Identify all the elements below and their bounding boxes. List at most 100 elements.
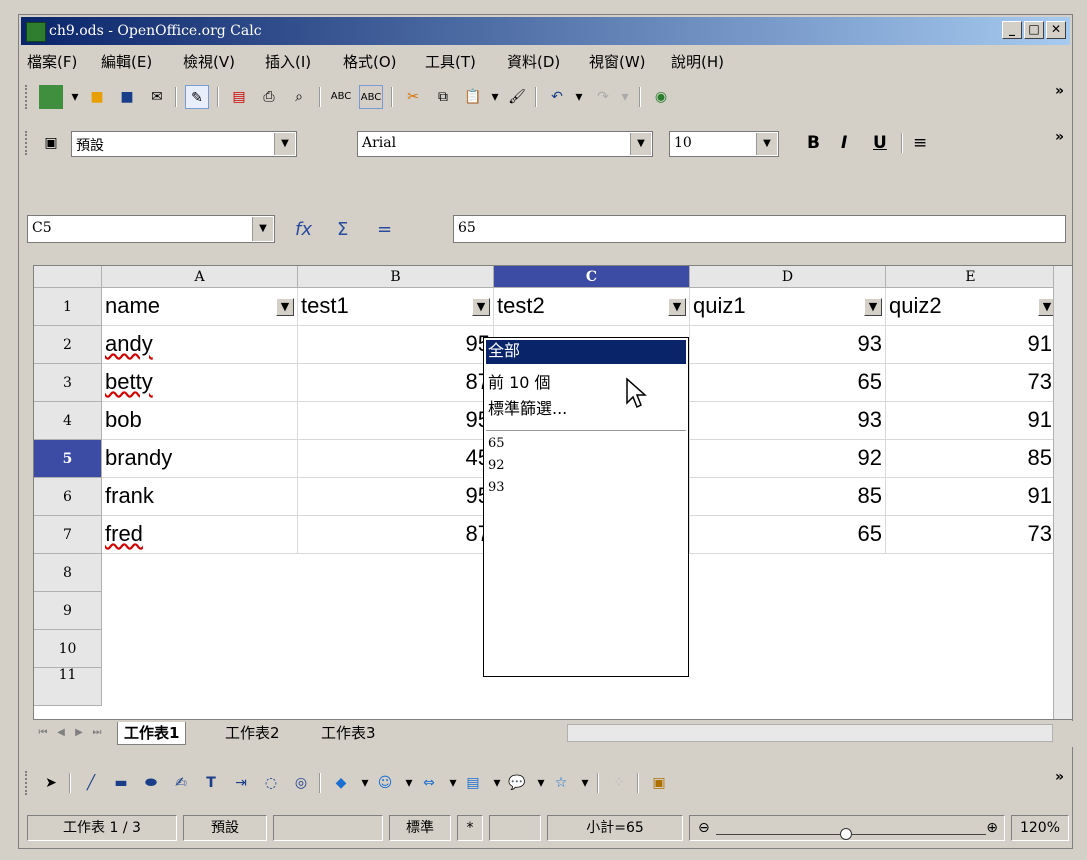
row-header[interactable]: 11 [34, 668, 102, 706]
quiz2-cell[interactable]: 91 [886, 326, 1056, 364]
sheet-tab-3[interactable]: 工作表3 [315, 722, 382, 744]
copy-icon[interactable]: ⧉ [431, 85, 455, 109]
quiz2-cell[interactable]: 73 [886, 364, 1056, 402]
row-header[interactable]: 10 [34, 630, 102, 668]
status-page-style[interactable]: 預設 [183, 815, 267, 841]
menu-insert[interactable]: 插入(I) [265, 51, 311, 72]
row-header[interactable]: 1 [34, 288, 102, 326]
edit-file-icon[interactable]: ✎ [185, 85, 209, 109]
autofilter-button[interactable]: ▼ [668, 298, 686, 316]
new-document-icon[interactable] [39, 85, 63, 109]
test1-cell[interactable]: 45 [298, 440, 494, 478]
header-cell[interactable]: test2 [494, 288, 690, 326]
style-combo[interactable]: 預設 ▼ [71, 131, 297, 157]
equals-icon[interactable]: = [377, 219, 392, 240]
status-zoom[interactable]: 120% [1011, 815, 1069, 841]
select-arrow-icon[interactable]: ➤ [39, 771, 63, 795]
quiz1-cell[interactable]: 93 [690, 326, 886, 364]
chevron-down-icon[interactable]: ▾ [613, 85, 637, 109]
points-icon[interactable]: ⁘ [607, 771, 631, 795]
maximize-button[interactable]: □ [1024, 21, 1044, 39]
font-combo[interactable]: Arial ▼ [357, 131, 653, 157]
autofilter-button[interactable]: ▼ [864, 298, 882, 316]
row-header[interactable]: 7 [34, 516, 102, 554]
row-header[interactable]: 8 [34, 554, 102, 592]
menu-file[interactable]: 檔案(F) [27, 51, 77, 72]
row-header[interactable]: 6 [34, 478, 102, 516]
quiz1-cell[interactable]: 65 [690, 364, 886, 402]
quiz2-cell[interactable]: 85 [886, 440, 1056, 478]
column-header-d[interactable]: D [690, 266, 886, 288]
sheet-tab-2[interactable]: 工作表2 [219, 722, 286, 744]
menu-tools[interactable]: 工具(T) [425, 51, 476, 72]
hyperlink-icon[interactable]: ◉ [649, 85, 673, 109]
column-header-e[interactable]: E [886, 266, 1056, 288]
line-icon[interactable]: ╱ [79, 771, 103, 795]
autofilter-button[interactable]: ▼ [472, 298, 490, 316]
name-box[interactable]: C5 ▼ [27, 215, 275, 243]
zoom-out-icon[interactable]: ⊖ [698, 816, 710, 840]
stars-icon[interactable]: ☆ [549, 771, 573, 795]
filter-value[interactable]: 93 [488, 480, 505, 495]
test1-cell[interactable]: 95 [298, 478, 494, 516]
function-wizard-icon[interactable]: fx [295, 219, 312, 240]
undo-icon[interactable]: ↶ [545, 85, 569, 109]
first-sheet-icon[interactable]: ⏮ [35, 725, 51, 741]
toolbar-overflow-icon[interactable]: » [1055, 83, 1064, 99]
next-sheet-icon[interactable]: ▶ [71, 725, 87, 741]
menu-edit[interactable]: 編輯(E) [101, 51, 152, 72]
rectangle-icon[interactable]: ▬ [109, 771, 133, 795]
format-paintbrush-icon[interactable]: 🖌 [505, 85, 529, 109]
row-header[interactable]: 3 [34, 364, 102, 402]
header-cell[interactable]: name [102, 288, 298, 326]
vertical-scrollbar[interactable] [1053, 266, 1072, 719]
chevron-down-icon[interactable]: ▼ [630, 133, 651, 155]
name-cell[interactable]: betty [102, 364, 298, 402]
test1-cell[interactable]: 87 [298, 516, 494, 554]
chevron-down-icon[interactable]: ▼ [274, 133, 295, 155]
filter-option-top10[interactable]: 前 10 個 [486, 372, 686, 396]
chevron-down-icon[interactable]: ▾ [573, 771, 597, 795]
chevron-down-icon[interactable]: ▾ [63, 85, 87, 109]
row-header[interactable]: 4 [34, 402, 102, 440]
underline-button[interactable]: U [873, 133, 887, 153]
menu-view[interactable]: 檢視(V) [183, 51, 235, 72]
quiz1-cell[interactable]: 85 [690, 478, 886, 516]
filter-option-all[interactable]: 全部 [486, 340, 686, 364]
row-header[interactable]: 2 [34, 326, 102, 364]
header-cell[interactable]: quiz2 [886, 288, 1056, 326]
print-preview-icon[interactable]: ⌕ [287, 85, 311, 109]
zoom-in-icon[interactable]: ⊕ [986, 816, 998, 840]
filter-value[interactable]: 65 [488, 436, 505, 451]
column-header-a[interactable]: A [102, 266, 298, 288]
quiz2-cell[interactable]: 91 [886, 478, 1056, 516]
menu-data[interactable]: 資料(D) [507, 51, 560, 72]
text-icon[interactable]: T [199, 771, 223, 795]
prev-sheet-icon[interactable]: ◀ [53, 725, 69, 741]
menu-window[interactable]: 視窗(W) [589, 51, 646, 72]
open-folder-icon[interactable]: ■ [85, 85, 109, 109]
paste-icon[interactable]: 📋 [461, 85, 485, 109]
name-cell[interactable]: fred [102, 516, 298, 554]
symbol-shapes-icon[interactable]: ☺ [373, 771, 397, 795]
menu-format[interactable]: 格式(O) [343, 51, 397, 72]
quiz2-cell[interactable]: 73 [886, 516, 1056, 554]
italic-button[interactable]: I [841, 133, 847, 153]
font-size-combo[interactable]: 10 ▼ [669, 131, 779, 157]
fontwork-icon[interactable]: ▣ [647, 771, 671, 795]
filter-value[interactable]: 92 [488, 458, 505, 473]
name-cell[interactable]: frank [102, 478, 298, 516]
redo-icon[interactable]: ↷ [591, 85, 615, 109]
select-all-corner[interactable] [34, 266, 102, 288]
status-signature[interactable] [489, 815, 541, 841]
test1-cell[interactable]: 87 [298, 364, 494, 402]
chevron-down-icon[interactable]: ▾ [483, 85, 507, 109]
status-sum[interactable]: 小計=65 [547, 815, 683, 841]
comment-icon[interactable]: ◎ [289, 771, 313, 795]
formula-input[interactable]: 65 [453, 215, 1066, 243]
autofilter-button[interactable]: ▼ [276, 298, 294, 316]
callouts-icon[interactable]: 💬 [505, 771, 529, 795]
cut-icon[interactable]: ✂ [401, 85, 425, 109]
print-icon[interactable]: ⎙ [257, 85, 281, 109]
connector-icon[interactable]: ⇥ [229, 771, 253, 795]
